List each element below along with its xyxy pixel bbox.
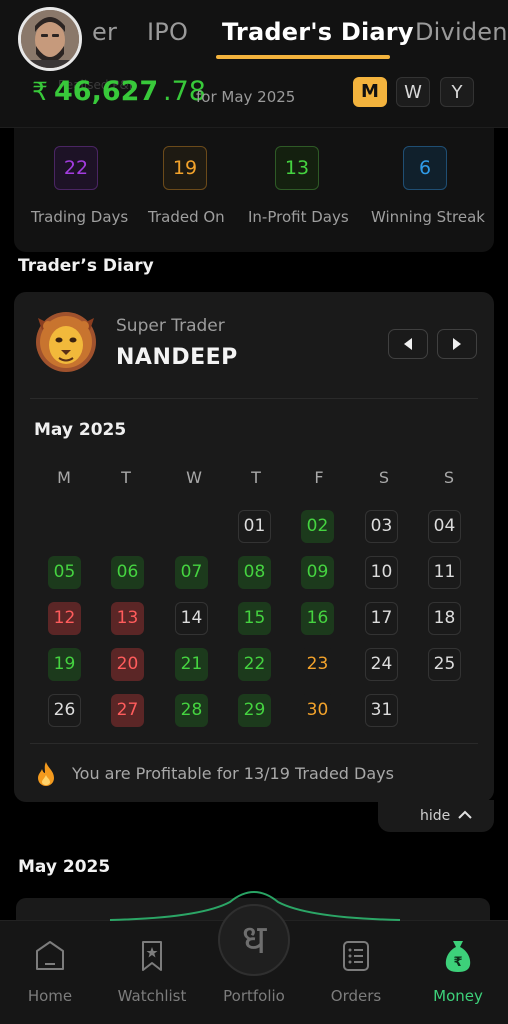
nav-watchlist[interactable]: Watchlist bbox=[106, 935, 198, 1015]
nav-label: Portfolio bbox=[223, 987, 285, 1005]
weekday-header: M bbox=[57, 468, 71, 487]
calendar-day-25[interactable]: 25 bbox=[428, 648, 461, 681]
avatar-photo bbox=[21, 10, 79, 68]
calendar-day-02[interactable]: 02 bbox=[301, 510, 334, 543]
weekday-header: F bbox=[314, 468, 324, 487]
calendar-day-21[interactable]: 21 bbox=[175, 648, 208, 681]
nav-label: Orders bbox=[330, 987, 382, 1005]
calendar-day-10[interactable]: 10 bbox=[365, 556, 398, 589]
nav-label: Money bbox=[433, 987, 483, 1005]
calendar-day-19[interactable]: 19 bbox=[48, 648, 81, 681]
hide-label: hide bbox=[420, 808, 451, 824]
active-tab-indicator bbox=[216, 55, 390, 59]
calendar-day-15[interactable]: 15 bbox=[238, 602, 271, 635]
calendar-day-09[interactable]: 09 bbox=[301, 556, 334, 589]
section-title-month: May 2025 bbox=[18, 857, 111, 877]
nav-label: Watchlist bbox=[117, 987, 187, 1005]
calendar-day-14[interactable]: 14 bbox=[175, 602, 208, 635]
pnl-value-integer: 46,627 bbox=[54, 76, 159, 107]
weekday-header: S bbox=[378, 468, 390, 487]
calendar-day-08[interactable]: 08 bbox=[238, 556, 271, 589]
weekday-header: T bbox=[251, 468, 261, 487]
stat-in-profit-days: 13 In-Profit Days bbox=[248, 128, 374, 252]
section-title-traders-diary: Trader’s Diary bbox=[18, 256, 154, 276]
calendar-day-30[interactable]: 30 bbox=[301, 694, 334, 727]
calendar-day-07[interactable]: 07 bbox=[175, 556, 208, 589]
calendar-day-27[interactable]: 27 bbox=[111, 694, 144, 727]
prev-month-button[interactable] bbox=[388, 329, 428, 359]
lion-icon bbox=[36, 312, 96, 372]
stat-winning-streak: 6 Winning Streak bbox=[371, 128, 494, 252]
tab-traders-diary[interactable]: Trader's Diary bbox=[222, 18, 414, 46]
orders-icon bbox=[343, 941, 369, 971]
stat-label: Traded On bbox=[148, 208, 225, 226]
weekday-header: W bbox=[186, 468, 202, 487]
calendar-day-20[interactable]: 20 bbox=[111, 648, 144, 681]
trader-rank: Super Trader bbox=[116, 316, 225, 336]
calendar-day-03[interactable]: 03 bbox=[365, 510, 398, 543]
stat-trading-days: 22 Trading Days bbox=[14, 128, 134, 252]
profit-summary-note: You are Profitable for 13/19 Traded Days bbox=[72, 764, 394, 783]
nav-home[interactable]: Home bbox=[4, 935, 96, 1015]
stat-value-box: 22 bbox=[54, 146, 98, 190]
stat-value-box: 13 bbox=[275, 146, 319, 190]
calendar-day-13[interactable]: 13 bbox=[111, 602, 144, 635]
divider bbox=[30, 398, 478, 399]
calendar-day-18[interactable]: 18 bbox=[428, 602, 461, 635]
divider bbox=[30, 743, 478, 744]
nav-portfolio[interactable]: Portfolio bbox=[208, 935, 300, 1015]
calendar-day-05[interactable]: 05 bbox=[48, 556, 81, 589]
nav-orders[interactable]: Orders bbox=[310, 935, 402, 1015]
flame-icon bbox=[38, 762, 54, 786]
calendar-day-22[interactable]: 22 bbox=[238, 648, 271, 681]
rupee-symbol: ₹ bbox=[32, 77, 48, 106]
tab-dividend[interactable]: Dividenc bbox=[415, 18, 508, 46]
nav-label: Home bbox=[27, 987, 73, 1005]
tab-ipo[interactable]: IPO bbox=[147, 18, 188, 46]
chevron-right-icon bbox=[453, 338, 461, 350]
calendar-day-28[interactable]: 28 bbox=[175, 694, 208, 727]
calendar-day-01[interactable]: 01 bbox=[238, 510, 271, 543]
calendar-day-04[interactable]: 04 bbox=[428, 510, 461, 543]
calendar-day-11[interactable]: 11 bbox=[428, 556, 461, 589]
hide-calendar-toggle[interactable]: hide bbox=[378, 800, 494, 832]
calendar-day-31[interactable]: 31 bbox=[365, 694, 398, 727]
chevron-left-icon bbox=[404, 338, 412, 350]
nav-money[interactable]: ₹ Money bbox=[412, 935, 504, 1015]
top-header: Realised P&L er IPO Trader's Diary Divid… bbox=[0, 0, 508, 128]
watchlist-icon bbox=[142, 941, 162, 971]
tab-partial-left[interactable]: er bbox=[92, 18, 117, 46]
user-avatar[interactable] bbox=[18, 7, 82, 71]
calendar-day-26[interactable]: 26 bbox=[48, 694, 81, 727]
stat-traded-on: 19 Traded On bbox=[134, 128, 254, 252]
period-month-button[interactable]: M bbox=[353, 77, 387, 107]
traders-diary-card: Super Trader NANDEEP May 2025 M T W T F … bbox=[14, 292, 494, 802]
weekday-header: T bbox=[121, 468, 131, 487]
home-icon bbox=[36, 941, 64, 970]
money-bag-icon: ₹ bbox=[445, 941, 471, 972]
stat-label: Trading Days bbox=[31, 208, 129, 226]
period-year-button[interactable]: Y bbox=[440, 77, 474, 107]
svg-text:₹: ₹ bbox=[453, 955, 462, 970]
stats-panel: 22 Trading Days 19 Traded On 13 In-Profi… bbox=[14, 128, 494, 252]
calendar-day-29[interactable]: 29 bbox=[238, 694, 271, 727]
next-month-button[interactable] bbox=[437, 329, 477, 359]
weekday-header: S bbox=[443, 468, 455, 487]
calendar-day-23[interactable]: 23 bbox=[301, 648, 334, 681]
stat-value-box: 19 bbox=[163, 146, 207, 190]
stat-label: In-Profit Days bbox=[248, 208, 349, 226]
period-week-button[interactable]: W bbox=[396, 77, 430, 107]
calendar-day-16[interactable]: 16 bbox=[301, 602, 334, 635]
stat-label: Winning Streak bbox=[371, 208, 485, 226]
trader-name: NANDEEP bbox=[116, 345, 238, 370]
calendar-day-12[interactable]: 12 bbox=[48, 602, 81, 635]
stat-value-box: 6 bbox=[403, 146, 447, 190]
calendar-month-title: May 2025 bbox=[34, 420, 127, 440]
pnl-period-label: for May 2025 bbox=[196, 88, 296, 106]
calendar-day-24[interactable]: 24 bbox=[365, 648, 398, 681]
chevron-up-icon bbox=[458, 810, 472, 819]
calendar-day-17[interactable]: 17 bbox=[365, 602, 398, 635]
calendar-day-06[interactable]: 06 bbox=[111, 556, 144, 589]
